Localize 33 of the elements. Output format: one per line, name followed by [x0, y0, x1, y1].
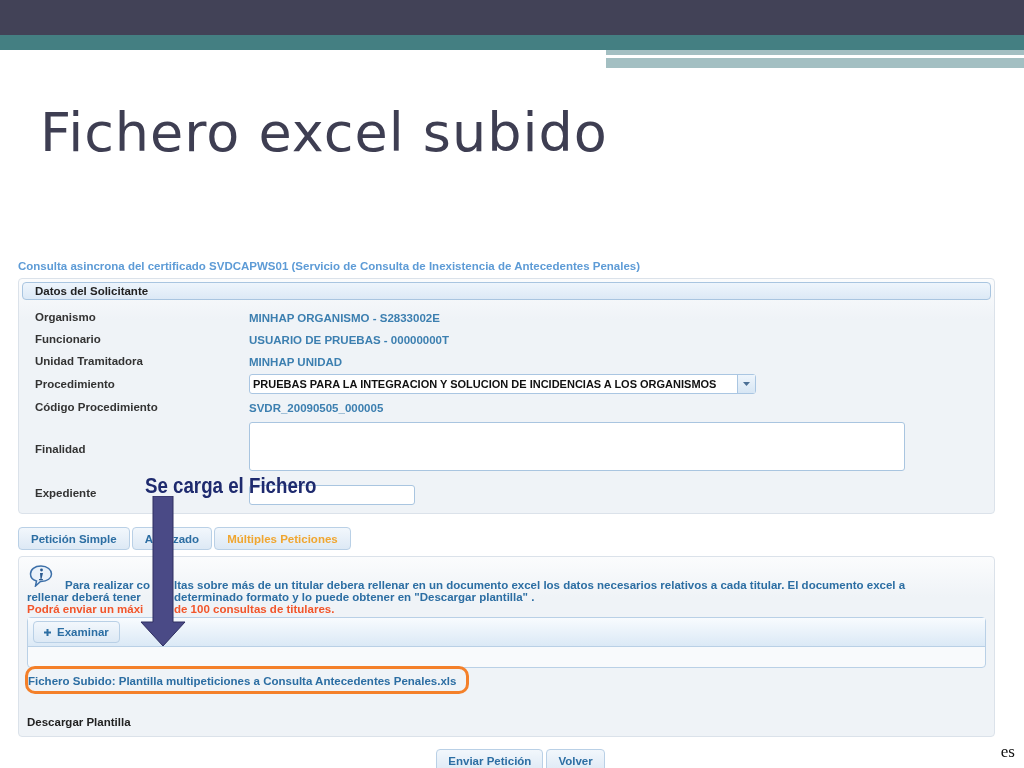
field-value: MINHAP UNIDAD [249, 356, 343, 368]
form-heading: Consulta asincrona del certificado SVDCAPWS01 (Servicio de Consulta de Inexistencia de Antecedentes Penales) [18, 260, 641, 272]
info-text: Para realizar co [64, 579, 150, 591]
language-tag: es [1000, 742, 1015, 762]
field-value: USUARIO DE PRUEBAS - 00000000T [249, 334, 450, 346]
action-button[interactable]: Volver [546, 749, 605, 768]
field-label: Código Procedimiento [35, 401, 158, 413]
procedure-dropdown[interactable]: PRUEBAS PARA LA INTEGRACION Y SOLUCION DE INCIDENCIAS A LOS ORGANISMOS [249, 374, 756, 394]
caret-icon [743, 382, 750, 386]
field-label: Expediente [35, 487, 97, 499]
browse-button[interactable]: Examinar [33, 621, 120, 643]
field-value: SVDR_20090505_000005 [249, 402, 384, 414]
annotation-text: Se carga el Fichero [145, 473, 317, 499]
field-label: Finalidad [35, 442, 86, 455]
tab[interactable]: Petición Simple [18, 527, 130, 550]
action-button[interactable]: Enviar Petición [436, 749, 544, 768]
field-value: MINHAP ORGANISMO - S2833002E [249, 312, 440, 324]
download-template-link[interactable]: Descargar Plantilla [27, 716, 131, 728]
slide-title: Fichero excel subido [40, 100, 608, 166]
info-text: rellenar deberá tener [27, 591, 141, 603]
info-text: ltas sobre más de un titular debera rellenar en un documento excel los datos necesarios relativos a cada titular. El documento excel a [174, 579, 906, 591]
plus-icon [44, 628, 51, 636]
field-label: Procedimiento [35, 378, 115, 390]
warning-text: de 100 consultas de titulares. [174, 603, 335, 616]
field-label: Funcionario [35, 333, 101, 345]
warning-text: Podrá enviar un máxi [27, 603, 144, 616]
panel-title: Datos del Solicitante [22, 282, 991, 300]
info-icon [29, 565, 53, 587]
uploaded-file-text: Fichero Subido: Plantilla multipeticiones a Consulta Antecedentes Penales.xls [28, 675, 457, 687]
info-text: determinado formato y lo puede obtener en "Descargar plantilla" . [174, 591, 535, 603]
field-label: Organismo [35, 311, 96, 323]
purpose-field[interactable] [249, 422, 905, 471]
field-label: Unidad Tramitadora [35, 355, 143, 367]
